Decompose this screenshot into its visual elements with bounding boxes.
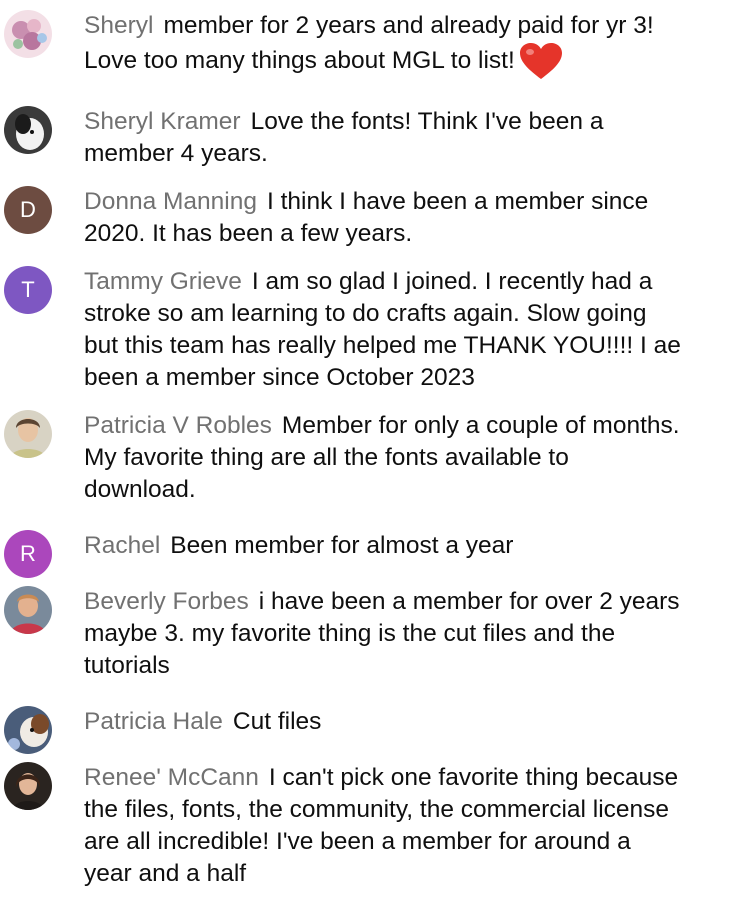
comment-author[interactable]: Sheryl Kramer	[84, 108, 241, 135]
dog-avatar-icon	[4, 706, 52, 754]
comment-author[interactable]: Sheryl	[84, 12, 153, 39]
person-avatar-icon	[4, 410, 52, 458]
avatar[interactable]	[4, 410, 52, 458]
comment-author[interactable]: Patricia Hale	[84, 708, 223, 735]
avatar-letter: R	[20, 541, 36, 566]
comment-text: Cut files	[232, 708, 322, 735]
avatar[interactable]: D	[4, 186, 52, 234]
comment-author[interactable]: Tammy Grieve	[84, 268, 242, 295]
comment-author[interactable]: Renee' McCann	[84, 764, 259, 791]
avatar[interactable]	[4, 106, 52, 154]
flower-avatar-icon	[4, 10, 52, 58]
comment-text: member for 2 years and already paid for …	[84, 12, 654, 74]
avatar[interactable]	[4, 762, 52, 810]
avatar[interactable]: T	[4, 266, 52, 314]
dog-avatar-icon	[4, 106, 52, 154]
comment-author[interactable]: Patricia V Robles	[84, 412, 272, 439]
person-avatar-icon	[4, 762, 52, 810]
avatar[interactable]	[4, 586, 52, 634]
heart-icon	[519, 43, 562, 79]
comment-author[interactable]: Donna Manning	[84, 188, 257, 215]
avatar[interactable]: R	[4, 530, 52, 578]
avatar[interactable]	[4, 10, 52, 58]
comment-text: Been member for almost a year	[170, 532, 514, 559]
avatar[interactable]	[4, 706, 52, 754]
comment-author[interactable]: Rachel	[84, 532, 160, 559]
avatar-letter: T	[21, 277, 35, 302]
person-avatar-icon	[4, 586, 52, 634]
comment-author[interactable]: Beverly Forbes	[84, 588, 249, 615]
avatar-letter: D	[20, 197, 36, 222]
comment-list: Sheryl member for 2 years and already pai…	[0, 0, 736, 902]
